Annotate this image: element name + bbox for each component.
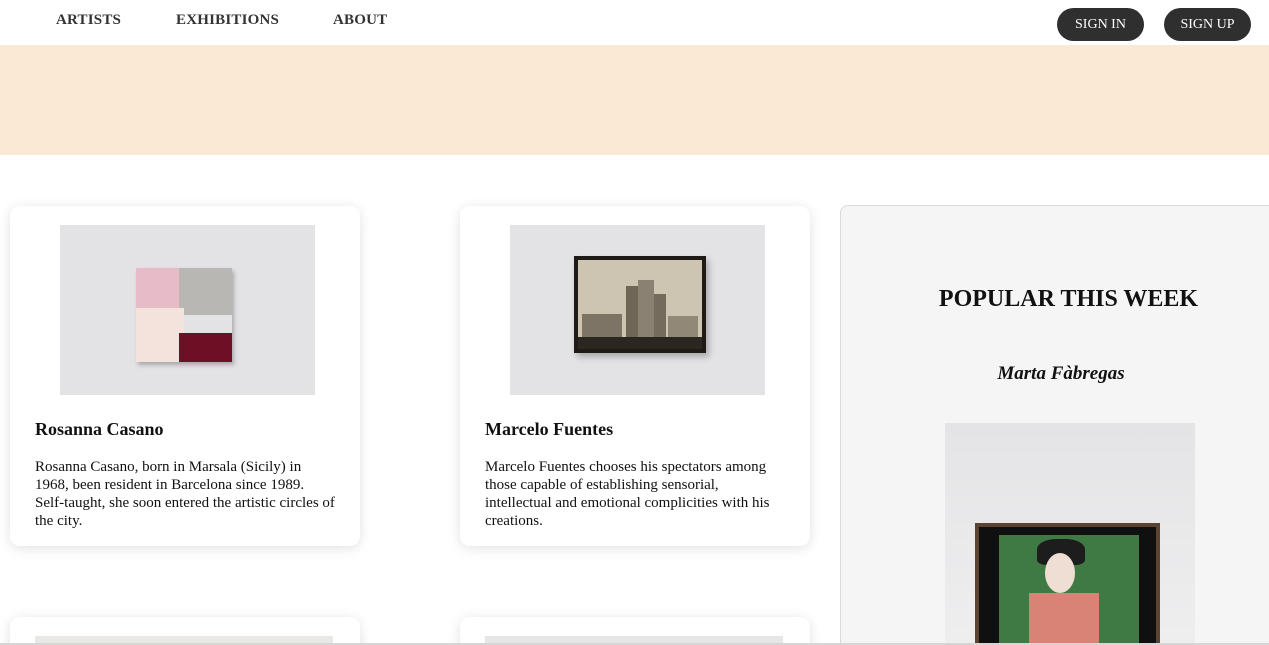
painting-frame xyxy=(975,523,1160,645)
nav-link-artists[interactable]: ARTISTS xyxy=(56,12,121,29)
artist-card[interactable] xyxy=(10,617,360,645)
artwork-image[interactable] xyxy=(510,225,765,395)
painting-color-blocks xyxy=(136,268,232,362)
artist-description: Marcelo Fuentes chooses his spectators a… xyxy=(485,459,770,529)
popular-title: POPULAR THIS WEEK xyxy=(938,286,1199,312)
top-nav: ARTISTS EXHIBITIONS ABOUT SIGN IN SIGN U… xyxy=(0,0,1269,45)
nav-link-exhibitions[interactable]: EXHIBITIONS xyxy=(176,12,279,29)
artist-name[interactable]: Rosanna Casano xyxy=(35,419,164,440)
artwork-image[interactable] xyxy=(60,225,315,395)
popular-artwork-image[interactable] xyxy=(945,423,1195,645)
artist-name[interactable]: Marcelo Fuentes xyxy=(485,419,613,440)
popular-sidebar: POPULAR THIS WEEK Marta Fàbregas xyxy=(840,205,1269,645)
artist-card[interactable]: Rosanna Casano Rosanna Casano, born in M… xyxy=(10,206,360,546)
artist-description: Rosanna Casano, born in Marsala (Sicily)… xyxy=(35,459,335,529)
nav-link-about[interactable]: ABOUT xyxy=(333,12,387,29)
sign-in-button[interactable]: SIGN IN xyxy=(1057,8,1144,41)
sign-up-button[interactable]: SIGN UP xyxy=(1164,8,1251,41)
popular-artist-name[interactable]: Marta Fàbregas xyxy=(841,363,1269,385)
hero-banner xyxy=(0,45,1269,155)
artist-card[interactable] xyxy=(460,617,810,645)
painting-cityscape xyxy=(574,256,706,353)
artist-card[interactable]: Marcelo Fuentes Marcelo Fuentes chooses … xyxy=(460,206,810,546)
painting-geisha xyxy=(999,535,1139,645)
